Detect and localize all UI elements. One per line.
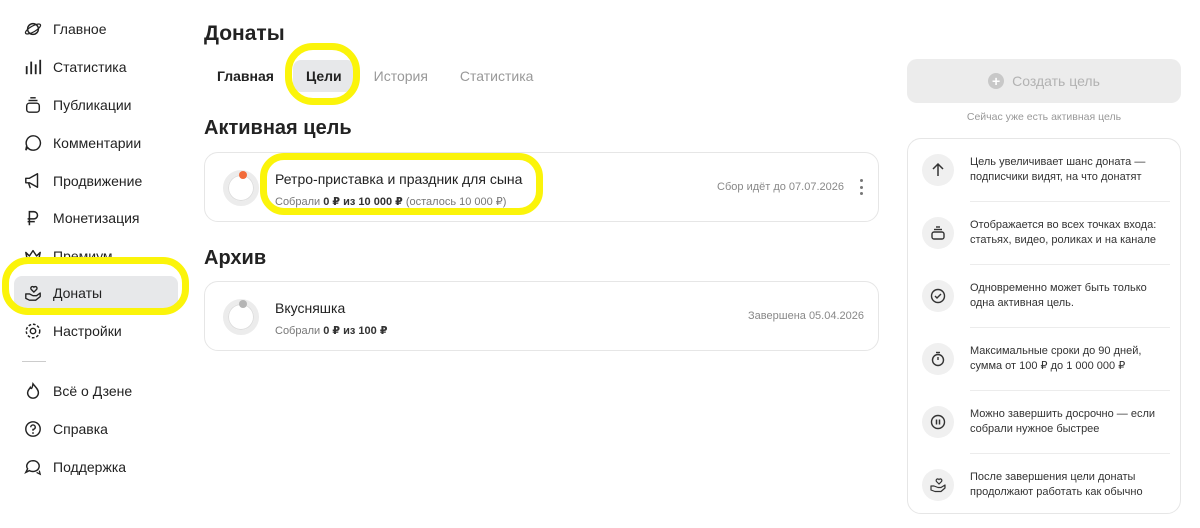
progress-ring — [223, 170, 259, 206]
sidebar-item-help[interactable]: Справка — [14, 412, 178, 446]
sidebar-item-label: Поддержка — [53, 459, 127, 475]
arrow-up-icon — [922, 154, 954, 186]
info-text: Отображается во всех точках входа: стать… — [970, 219, 1157, 246]
planet-icon — [23, 19, 43, 39]
plus-icon: + — [988, 73, 1005, 89]
info-text: Максимальные сроки до 90 дней, сумма от … — [970, 345, 1142, 372]
ruble-icon — [23, 208, 43, 228]
sidebar-item-monetization[interactable]: Монетизация — [14, 201, 178, 235]
chat-icon — [23, 457, 43, 477]
page-title: Донаты — [204, 22, 285, 45]
active-goal-heading: Активная цель — [204, 117, 352, 139]
sidebar-item-label: Донаты — [53, 285, 103, 301]
sidebar-item-label: Премиум — [53, 248, 113, 264]
gear-icon — [23, 321, 43, 341]
collected-amount: 0 ₽ — [323, 325, 341, 337]
sidebar-item-label: Всё о Дзене — [53, 383, 133, 399]
tab-main[interactable]: Главная — [204, 60, 287, 92]
info-item: Максимальные сроки до 90 дней, сумма от … — [920, 328, 1170, 390]
stack-icon — [922, 217, 954, 249]
sidebar-item-label: Публикации — [53, 97, 132, 113]
sidebar-item-label: Настройки — [53, 323, 122, 339]
info-item: Одновременно может быть только одна акти… — [920, 265, 1170, 327]
info-text: Можно завершить досрочно — если собрали … — [970, 408, 1156, 435]
goal-title: Вкусняшка — [275, 300, 346, 316]
goal-progress: Собрали 0 ₽ из 10 000 ₽ (осталось 10 000… — [275, 195, 506, 208]
tab-goals[interactable]: Цели — [292, 60, 355, 92]
megaphone-icon — [23, 171, 43, 191]
sidebar-item-stats[interactable]: Статистика — [14, 50, 178, 84]
of-word: из — [343, 196, 356, 208]
archive-heading: Архив — [204, 247, 267, 269]
stopwatch-icon — [922, 343, 954, 375]
goal-status: Завершена 05.04.2026 — [748, 310, 864, 322]
tab-bar: Главная Цели История Статистика — [204, 60, 552, 92]
bar-chart-icon — [23, 57, 43, 77]
comment-icon — [23, 133, 43, 153]
sidebar-item-promotion[interactable]: Продвижение — [14, 164, 178, 198]
sidebar-item-premium[interactable]: Премиум — [14, 239, 178, 273]
remaining-amount: (осталось 10 000 ₽) — [405, 196, 507, 208]
flame-icon — [23, 381, 43, 401]
archive-goal-card[interactable]: Вкусняшка Собрали 0 ₽ из 100 ₽ Завершена… — [204, 281, 879, 351]
sidebar: Главное Статистика Публикации Комментари… — [0, 0, 190, 528]
sidebar-item-label: Продвижение — [53, 173, 143, 189]
of-word: из — [343, 325, 356, 337]
sidebar-item-label: Монетизация — [53, 210, 140, 226]
tab-statistics[interactable]: Статистика — [447, 60, 547, 92]
collected-prefix: Собрали — [275, 325, 321, 337]
sidebar-item-settings[interactable]: Настройки — [14, 314, 178, 348]
info-text: После завершения цели донаты продолжают … — [970, 471, 1143, 498]
help-icon — [23, 419, 43, 439]
goal-progress: Собрали 0 ₽ из 100 ₽ — [275, 324, 388, 337]
progress-ring-marker — [239, 300, 247, 308]
sidebar-item-about[interactable]: Всё о Дзене — [14, 374, 178, 408]
info-item: Цель увеличивает шанс доната — подписчик… — [920, 139, 1170, 201]
donate-hand-icon — [922, 469, 954, 501]
more-options-icon[interactable] — [860, 179, 864, 195]
target-amount: 10 000 ₽ — [358, 196, 403, 208]
stack-icon — [23, 95, 43, 115]
info-text: Цель увеличивает шанс доната — подписчик… — [970, 156, 1146, 183]
donate-hand-icon — [23, 283, 43, 303]
info-text: Одновременно может быть только одна акти… — [970, 282, 1147, 309]
crown-icon — [23, 246, 43, 266]
create-goal-button[interactable]: + Создать цель — [907, 59, 1181, 103]
collected-amount: 0 ₽ — [323, 196, 341, 208]
check-circle-icon — [922, 280, 954, 312]
progress-ring-marker — [239, 171, 247, 179]
sidebar-item-publications[interactable]: Публикации — [14, 88, 178, 122]
sidebar-item-label: Главное — [53, 21, 107, 37]
collected-prefix: Собрали — [275, 196, 321, 208]
sidebar-item-comments[interactable]: Комментарии — [14, 126, 178, 160]
active-goal-note: Сейчас уже есть активная цель — [966, 111, 1122, 123]
create-goal-label: Создать цель — [1012, 73, 1100, 89]
tab-history[interactable]: История — [361, 60, 441, 92]
pause-icon — [922, 406, 954, 438]
sidebar-item-main[interactable]: Главное — [14, 12, 178, 46]
sidebar-item-label: Статистика — [53, 59, 127, 75]
goal-title: Ретро-приставка и праздник для сына — [275, 171, 523, 187]
sidebar-item-label: Комментарии — [53, 135, 142, 151]
active-goal-card[interactable]: Ретро-приставка и праздник для сына Собр… — [204, 152, 879, 222]
sidebar-divider — [22, 361, 46, 362]
info-item: Отображается во всех точках входа: стать… — [920, 202, 1170, 264]
target-amount: 100 ₽ — [358, 325, 388, 337]
info-item: После завершения цели донаты продолжают … — [920, 454, 1170, 516]
sidebar-item-label: Справка — [53, 421, 108, 437]
progress-ring — [223, 299, 259, 335]
sidebar-item-support[interactable]: Поддержка — [14, 450, 178, 484]
goal-status: Сбор идёт до 07.07.2026 — [717, 181, 844, 193]
info-panel: Цель увеличивает шанс доната — подписчик… — [907, 138, 1181, 514]
info-item: Можно завершить досрочно — если собрали … — [920, 391, 1170, 453]
sidebar-item-donations[interactable]: Донаты — [14, 276, 178, 310]
